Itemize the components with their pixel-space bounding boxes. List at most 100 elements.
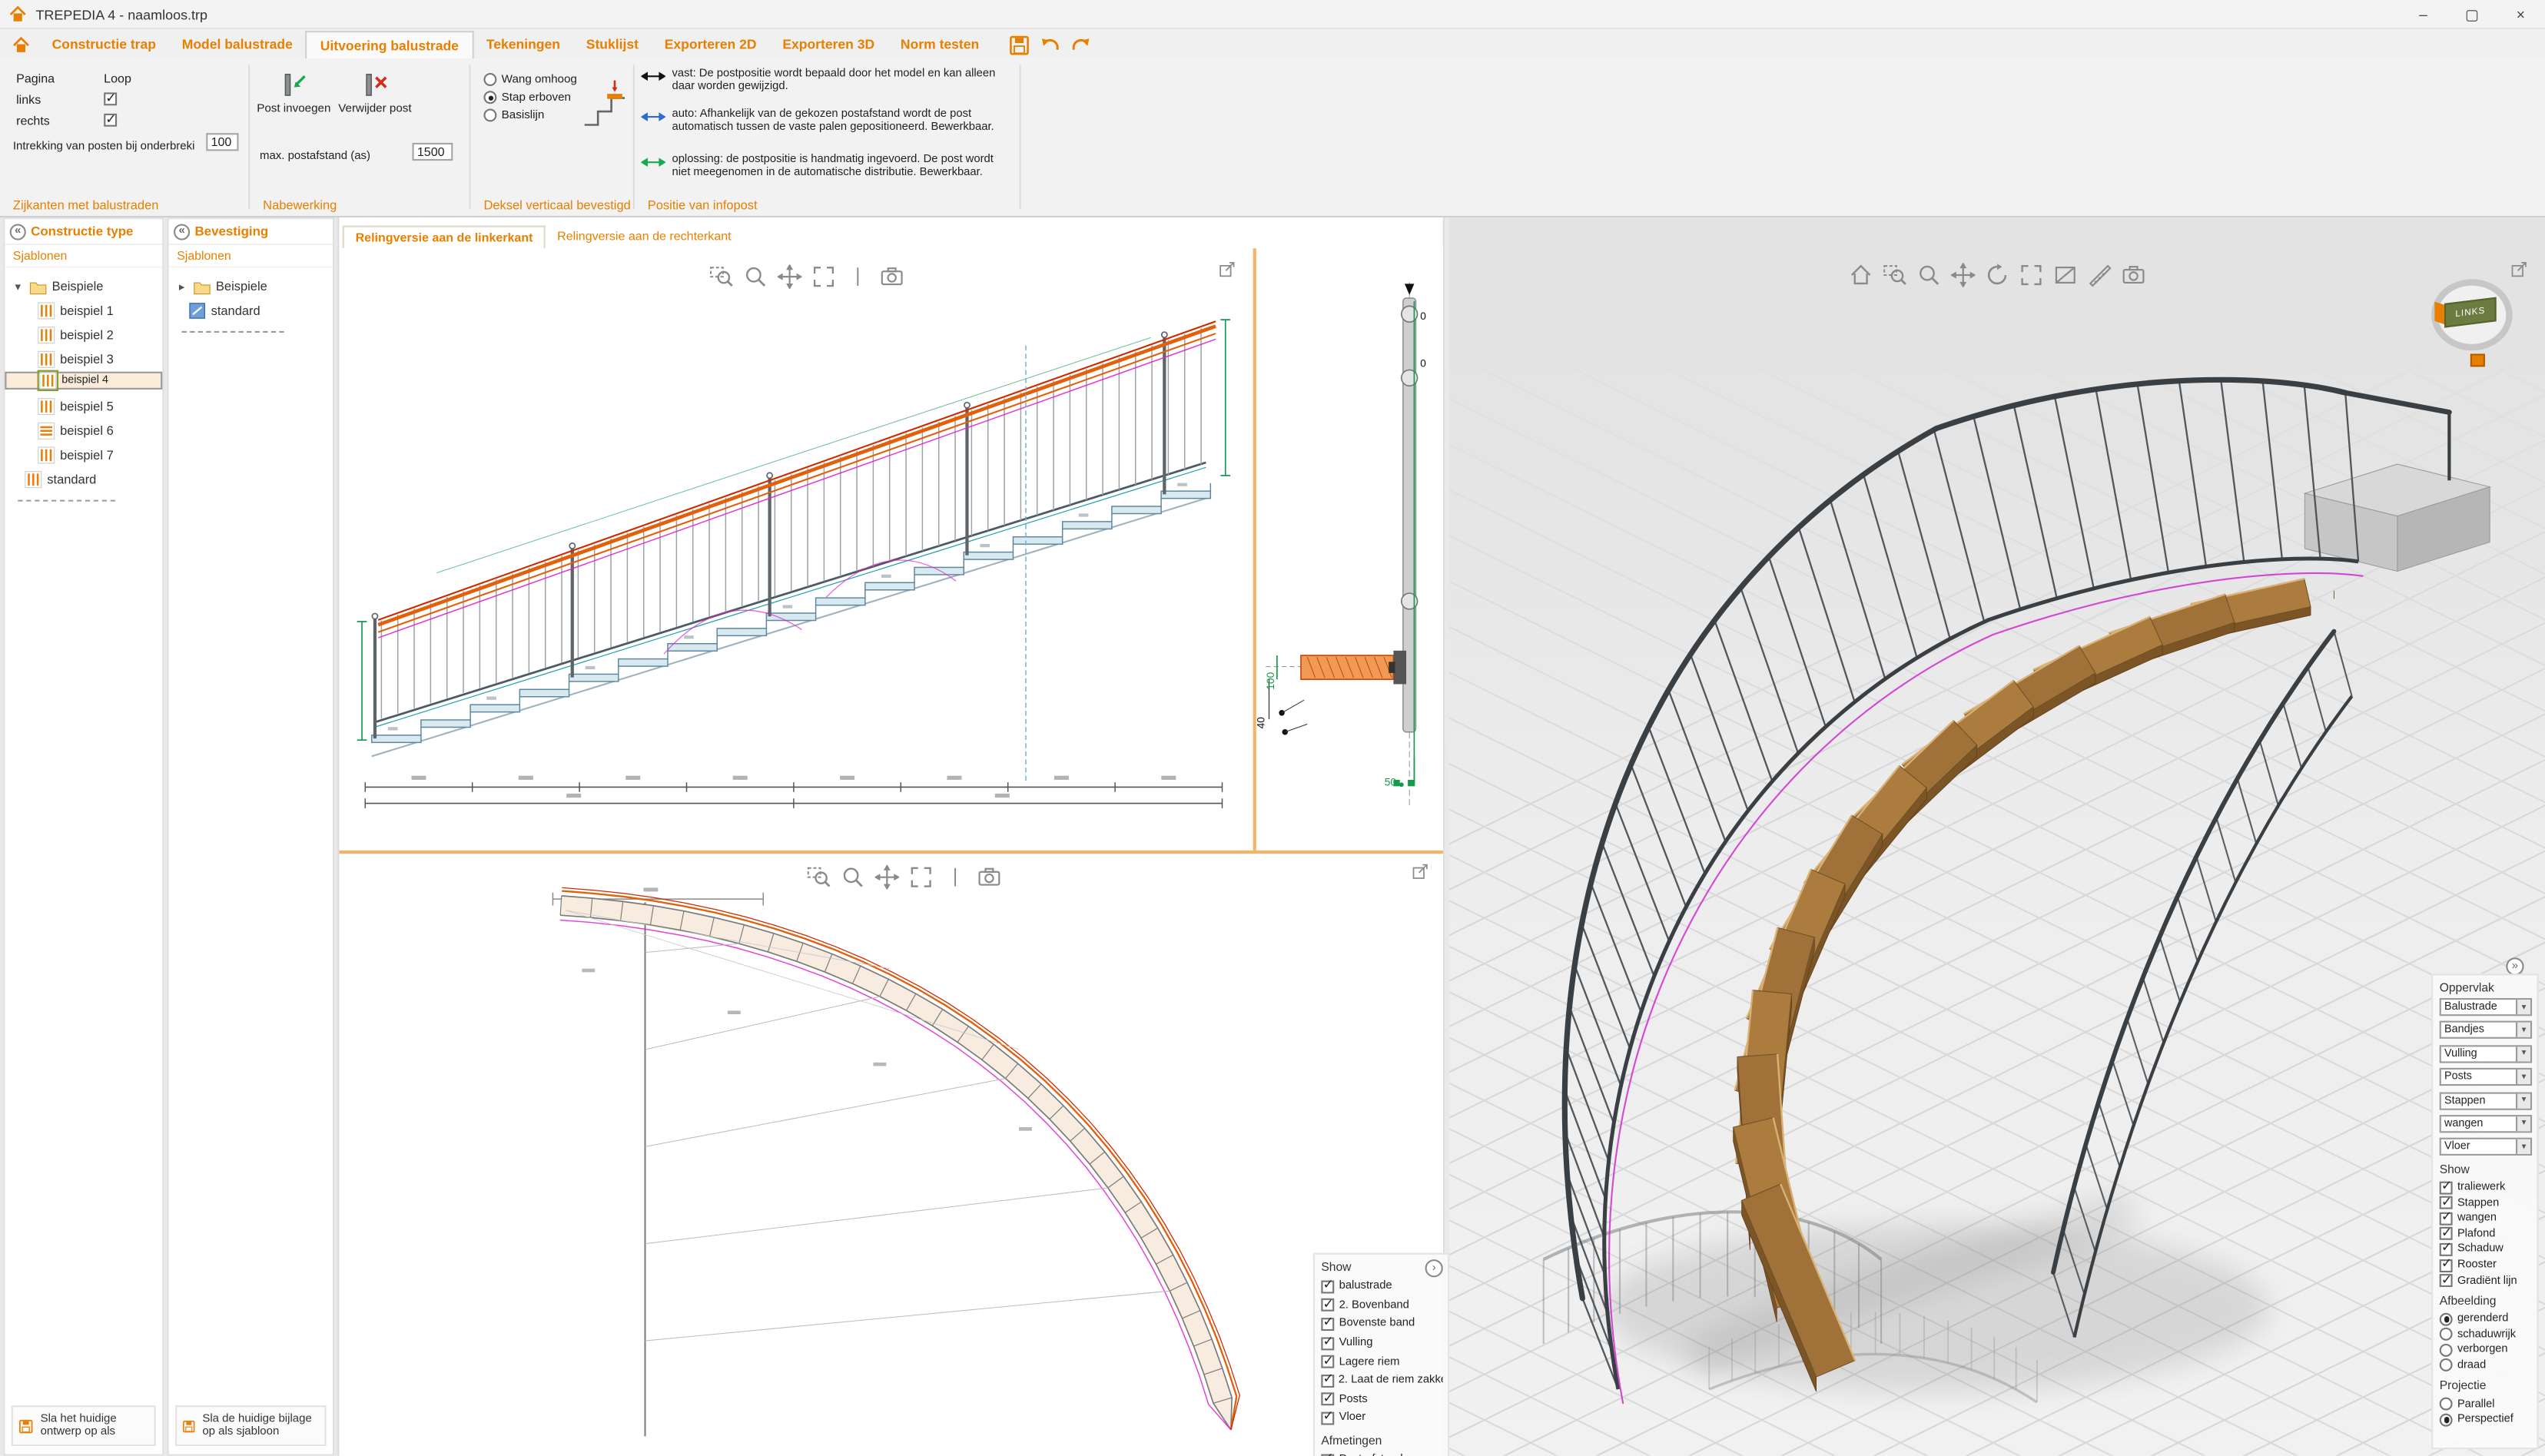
links-checkbox[interactable] [104,92,117,105]
radio-gerenderd[interactable]: gerenderd [2440,1311,2532,1326]
intrekking-input[interactable] [206,133,238,151]
tree-item-beispiel-6[interactable]: beispiel 6 [5,420,162,444]
tree-folder-beispiele[interactable]: ▸ Beispiele [169,274,333,299]
redo-button[interactable] [1070,33,1093,56]
stap-erboven-radio[interactable] [483,91,496,104]
surface-select-balustrade[interactable]: Balustrade▾ [2440,998,2532,1016]
tree-item-beispiel-5[interactable]: beispiel 5 [5,395,162,420]
zoom-icon[interactable] [743,264,768,289]
wang-omhoog-radio[interactable] [483,73,496,86]
radio-verborgen[interactable]: verborgen [2440,1342,2532,1358]
twisty-open-icon[interactable]: ▾ [12,280,25,293]
tree-folder-beispiele[interactable]: ▾ Beispiele [5,274,162,299]
pan-icon[interactable] [778,264,802,289]
collapse-panel-icon[interactable]: » [2506,957,2523,975]
tab-exporteren-2d[interactable]: Exporteren 2D [652,31,770,58]
surface-select-posts[interactable]: Posts▾ [2440,1068,2532,1086]
check-rooster[interactable]: Rooster [2440,1257,2532,1272]
tree-item-standard[interactable]: standard [169,299,333,323]
tab-uitvoering-balustrade[interactable]: Uitvoering balustrade [306,31,473,58]
radio-perspectief[interactable]: Perspectief [2440,1411,2532,1427]
check-posts[interactable]: Posts [1321,1390,1442,1408]
tree-item-beispiel-1[interactable]: beispiel 1 [5,299,162,323]
tab-exporteren-3d[interactable]: Exporteren 3D [769,31,888,58]
tree-item-beispiel-4-selected[interactable]: beispiel 4 [5,372,162,390]
plan-viewport[interactable] [339,854,1442,1456]
radio-draad[interactable]: draad [2440,1358,2532,1373]
tree-item-beispiel-3[interactable]: beispiel 3 [5,347,162,372]
coordinate-axes-icon[interactable] [2470,353,2485,366]
max-postafstand-input[interactable] [413,143,453,161]
check-vulling[interactable]: Vulling [1321,1334,1442,1352]
zoom-icon[interactable] [1917,263,1942,287]
window-minimize-button[interactable]: – [2399,0,2447,29]
viewport-3d[interactable]: LINKS » Oppervlak Balustrade▾ Bandjes▾ V… [1449,217,2545,1456]
collapse-left-icon[interactable]: « [10,223,26,239]
save-attachment-as-template-button[interactable]: Sla de huidige bijlage op als sjabloon [175,1405,326,1446]
window-maximize-button[interactable]: ▢ [2447,0,2496,29]
home-view-icon[interactable] [1849,263,1873,287]
tab-tekeningen[interactable]: Tekeningen [473,31,573,58]
check-gradient-lijn[interactable]: Gradiënt lijn [2440,1273,2532,1289]
tab-reling-rechterkant[interactable]: Relingversie aan de rechterkant [546,226,742,249]
rechts-checkbox[interactable] [104,114,117,127]
check-balustrade[interactable]: balustrade [1321,1277,1442,1295]
fit-view-icon[interactable] [909,865,934,890]
undo-button[interactable] [1039,33,1062,56]
tab-reling-linkerkant[interactable]: Relingversie aan de linkerkant [343,226,546,249]
snapshot-icon[interactable] [880,264,904,289]
post-invoegen-button[interactable]: Post invoegen [257,70,331,116]
surface-select-wangen[interactable]: wangen▾ [2440,1115,2532,1133]
radio-parallel[interactable]: Parallel [2440,1396,2532,1411]
check-vloer[interactable]: Vloer [1321,1409,1442,1428]
tab-norm-testen[interactable]: Norm testen [888,31,992,58]
surface-select-vloer[interactable]: Vloer▾ [2440,1138,2532,1156]
tab-model-balustrade[interactable]: Model balustrade [169,31,306,58]
orbit-icon[interactable] [1985,263,2009,287]
window-close-button[interactable]: × [2497,0,2545,29]
measure-icon[interactable] [2087,263,2112,287]
snapshot-icon[interactable] [2122,263,2146,287]
post-detail-viewport[interactable]: 0 0 100 40 50 [1256,248,1443,851]
basislijn-radio[interactable] [483,109,496,122]
view-navigation-widget[interactable]: LINKS [2428,279,2519,363]
maximize-viewport-icon[interactable] [2510,260,2529,279]
collapse-panel-icon[interactable]: › [1425,1259,1443,1277]
tree-item-standard[interactable]: standard [5,468,162,493]
save-button[interactable] [1008,33,1031,56]
check-lagere-riem[interactable]: Lagere riem [1321,1352,1442,1371]
tab-constructie-trap[interactable]: Constructie trap [39,31,169,58]
fit-view-icon[interactable] [811,264,836,289]
save-design-as-template-button[interactable]: Sla het huidige ontwerp op als [12,1405,156,1446]
tab-stuklijst[interactable]: Stuklijst [573,31,652,58]
pan-icon[interactable] [1951,263,1976,287]
check-traliewerk[interactable]: traliewerk [2440,1179,2532,1195]
home-button[interactable] [3,31,38,58]
radio-schaduwrijk[interactable]: schaduwrijk [2440,1327,2532,1342]
elevation-viewport[interactable] [339,248,1253,851]
twisty-closed-icon[interactable]: ▸ [175,280,188,293]
check-wangen[interactable]: wangen [2440,1211,2532,1226]
check-post-afstand[interactable]: Post-afstand [1321,1451,1442,1456]
check-schaduw[interactable]: Schaduw [2440,1242,2532,1257]
fit-view-icon[interactable] [2019,263,2044,287]
surface-select-vulling[interactable]: Vulling▾ [2440,1045,2532,1063]
maximize-viewport-icon[interactable] [1411,862,1430,881]
section-plane-icon[interactable] [2053,263,2078,287]
surface-select-stappen[interactable]: Stappen▾ [2440,1092,2532,1109]
check-plafond[interactable]: Plafond [2440,1226,2532,1242]
maximize-viewport-icon[interactable] [1217,260,1236,279]
zoom-window-icon[interactable] [807,865,831,890]
check-stappen[interactable]: Stappen [2440,1195,2532,1210]
tree-item-beispiel-7[interactable]: beispiel 7 [5,443,162,468]
tree-item-beispiel-2[interactable]: beispiel 2 [5,323,162,347]
zoom-window-icon[interactable] [1883,263,1907,287]
collapse-left-icon[interactable]: « [174,223,190,239]
zoom-window-icon[interactable] [709,264,734,289]
check-2-bovenband[interactable]: 2. Bovenband [1321,1296,1442,1315]
snapshot-icon[interactable] [977,865,1002,890]
verwijder-post-button[interactable]: Verwijder post [337,70,412,116]
zoom-icon[interactable] [841,865,865,890]
check-laat-de-riem-zakker[interactable]: 2. Laat de riem zakker [1321,1371,1442,1390]
pan-icon[interactable] [875,865,900,890]
